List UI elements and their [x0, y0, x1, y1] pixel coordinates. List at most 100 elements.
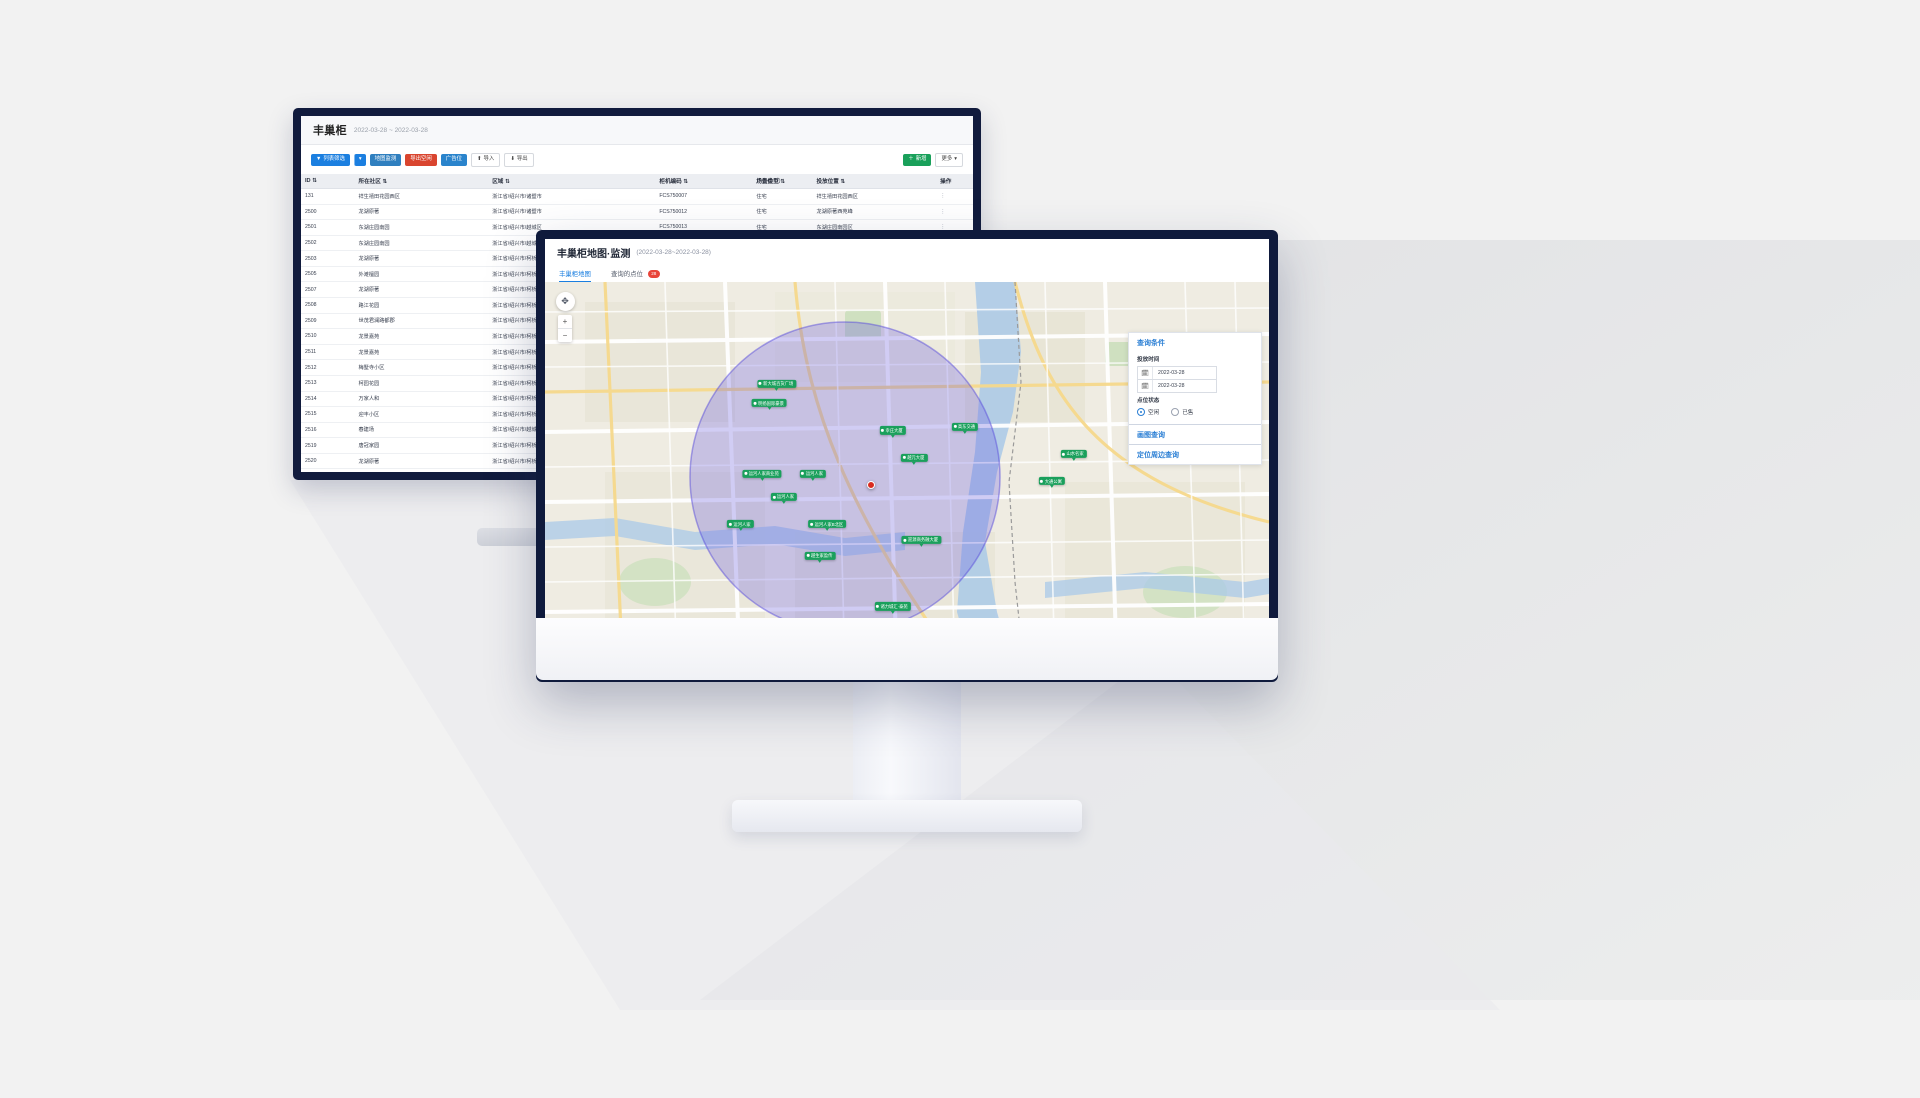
ad-slot-button[interactable]: 广告位 [440, 154, 467, 166]
map-marker[interactable]: 幸庄大厦 [879, 426, 906, 435]
import-label: 导入 [483, 156, 495, 163]
col-code[interactable]: 柜机编码 ⇅ [655, 174, 753, 189]
marker-label: 越生家盈传 [810, 552, 833, 558]
row-actions-button[interactable]: ⋮ [940, 193, 946, 199]
nearby-query-section[interactable]: 定位周边查询 [1129, 445, 1261, 464]
map-canvas[interactable]: 新大城百货广场 明扬国际豪景 幸庄大厦 高东交通 越元大厦 运河人家商业苑 运河人家 运河人家… [545, 282, 1269, 673]
more-button[interactable]: 更多 ▾ [935, 153, 963, 167]
marker-label: 山水名家 [1066, 451, 1084, 457]
map-marker[interactable]: 越生家盈传 [804, 551, 836, 560]
marker-label: 迎源商务融大厦 [907, 537, 939, 543]
radio-sold[interactable]: 已售 [1171, 408, 1193, 416]
zoom-in-button[interactable]: + [558, 315, 572, 328]
map-monitor-button[interactable]: 地图监测 [369, 154, 402, 166]
cell-community: 外滩檀园 [354, 266, 489, 283]
map-marker[interactable]: 运河人家 [799, 469, 827, 478]
monitor-front-chin [536, 618, 1278, 680]
cell-community: 东湖庄园南园 [354, 235, 489, 252]
marker-dot [801, 471, 805, 475]
cell-region: 浙江省/绍兴市/诸暨市 [488, 188, 656, 205]
cell-id: 131 [301, 188, 355, 205]
map-marker[interactable]: 运河人家 [770, 492, 798, 501]
marker-dot [953, 425, 957, 428]
cell-id: 2508 [301, 297, 355, 314]
marker-label: 大通公寓 [1044, 478, 1062, 484]
tab-queried-points[interactable]: 查询的点位 28 [611, 269, 660, 282]
cell-id: 2511 [301, 344, 355, 361]
map-window-header: 丰巢柜地图·监测 (2022-03-28~2022-03-28) [545, 239, 1269, 265]
marker-dot [903, 538, 907, 542]
point-status-radios: 空闲 已售 [1137, 408, 1253, 416]
radio-sold-label: 已售 [1182, 410, 1194, 416]
cell-community: 迎丰小区 [354, 406, 489, 423]
list-toolbar: ▼ 列表筛选 ▾ 地图监测 导出空闲 广告位 ⬆ 导入 ⬇ 导出 ＋ 新增 更多… [301, 145, 973, 174]
compass-icon[interactable]: ✥ [555, 292, 575, 311]
radio-idle[interactable]: 空闲 [1137, 408, 1159, 416]
map-marker[interactable]: 大通公寓 [1038, 477, 1065, 486]
col-id[interactable]: ID ⇅ [301, 174, 355, 189]
mockup-stage: 丰巢柜 2022-03-28 ~ 2022-03-28 ▼ 列表筛选 ▾ 地图监… [0, 0, 1920, 1098]
map-marker[interactable]: 运河人家 [727, 520, 754, 529]
col-community[interactable]: 所在社区 ⇅ [354, 174, 489, 189]
cell-community: 龙湖原著 [354, 204, 489, 221]
cell-scene: 住宅 [752, 188, 813, 205]
marker-label: 越元大厦 [907, 455, 925, 461]
import-button[interactable]: ⬆ 导入 [470, 153, 501, 167]
table-row[interactable]: 2500龙湖原著浙江省/绍兴市/诸暨市FCS750012⊞ 总 10 (已售 0… [301, 204, 973, 221]
marker-label: 运河人家 [805, 470, 824, 476]
marker-label: 明扬国际豪景 [758, 400, 784, 406]
cell-community: 龙湖原著 [354, 250, 489, 267]
map-marker[interactable]: 山水名家 [1060, 449, 1087, 458]
cell-id: 2519 [301, 437, 355, 454]
page-date-range: 2022-03-28 ~ 2022-03-28 [353, 126, 428, 134]
date-start-value: 2022-03-28 [1158, 370, 1185, 376]
table-row[interactable]: 131祥生禧田花园西区浙江省/绍兴市/诸暨市FCS750007⊞ 总 6 (已售… [301, 188, 973, 205]
row-actions-button[interactable]: ⋮ [940, 209, 946, 215]
draw-query-section[interactable]: 画图查询 [1129, 425, 1261, 445]
col-actions: 操作 [936, 174, 973, 189]
query-conditions-title: 查询条件 [1137, 340, 1165, 347]
date-end-field[interactable]: 🗓 2022-03-28 [1137, 380, 1217, 393]
cell-community: 柯园花园 [354, 375, 489, 392]
cell-community: 梅墅寺小区 [354, 359, 489, 376]
download-icon: ⬇ [510, 156, 515, 163]
cell-code: FCS750007 [655, 188, 753, 205]
map-marker[interactable]: 高东交通 [951, 422, 979, 431]
map-marker[interactable]: 迎源商务融大厦 [901, 535, 942, 544]
selected-marker[interactable] [866, 481, 875, 490]
map-marker[interactable]: 诸力城汇·泰苑 [874, 602, 911, 611]
cell-community: 东湖庄园南园 [354, 219, 489, 236]
filter-caret-button[interactable]: ▾ [353, 154, 366, 166]
map-marker[interactable]: 越元大厦 [901, 453, 928, 462]
marker-dot [1040, 479, 1044, 483]
col-place[interactable]: 投放位置 ⇅ [812, 174, 937, 189]
table-header-row: ID ⇅ 所在社区 ⇅ 区域 ⇅ 柜机编码 ⇅ 广告位 ⓘ 场景类型 ⇅ 投放位… [301, 174, 973, 189]
cell-code: FCS750012 [655, 204, 753, 221]
fengchao-map-app: 丰巢柜地图·监测 (2022-03-28~2022-03-28) 丰巢柜地图 查… [545, 239, 1269, 673]
marker-dot [810, 522, 814, 526]
marker-dot [753, 401, 757, 405]
marker-dot [772, 495, 776, 499]
export-empty-button[interactable]: 导出空闲 [405, 154, 437, 166]
map-marker[interactable]: 运河人家商业苑 [742, 469, 782, 478]
query-panel: 查询条件 投放时间 🗓 2022-03-28 🗓 2022-03-28 点位状态… [1128, 332, 1262, 465]
map-marker[interactable]: 明扬国际豪景 [752, 398, 787, 408]
col-region[interactable]: 区域 ⇅ [488, 174, 656, 189]
cell-id: 2507 [301, 281, 355, 299]
tab-map[interactable]: 丰巢柜地图 [559, 269, 591, 283]
export-button[interactable]: ⬇ 导出 [504, 153, 534, 167]
cell-actions: ⋮ [936, 204, 973, 221]
map-marker[interactable]: 运河人家B北区 [808, 520, 847, 529]
date-start-field[interactable]: 🗓 2022-03-28 [1137, 366, 1217, 380]
cell-community: 龙景嘉苑 [354, 344, 489, 361]
col-scene[interactable]: 场景类型 ⇅ [752, 174, 813, 189]
filter-button[interactable]: ▼ 列表筛选 [311, 154, 350, 166]
date-end-value: 2022-03-28 [1158, 383, 1185, 389]
zoom-out-button[interactable]: − [558, 328, 572, 342]
add-button[interactable]: ＋ 新增 [903, 154, 932, 166]
marker-dot [728, 522, 732, 526]
cell-id: 2510 [301, 328, 355, 345]
map-marker[interactable]: 新大城百货广场 [757, 379, 797, 388]
cell-community: 万家人和 [354, 391, 489, 408]
monitor-front-screen: 丰巢柜地图·监测 (2022-03-28~2022-03-28) 丰巢柜地图 查… [545, 239, 1269, 673]
